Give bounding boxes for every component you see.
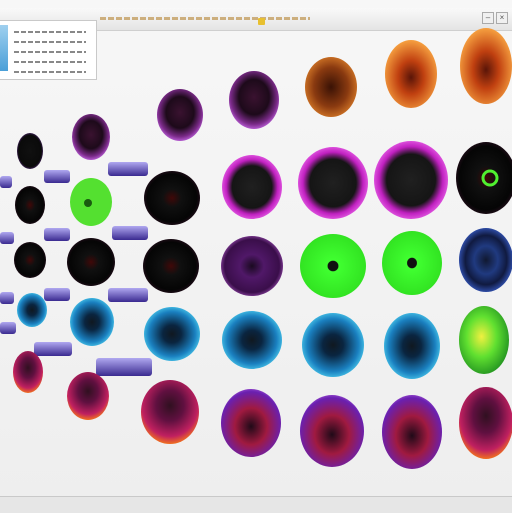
tab-fragment bbox=[34, 342, 72, 356]
tab-fragment bbox=[0, 322, 16, 334]
thumbnail-eye-icon[interactable] bbox=[13, 351, 43, 393]
tab-fragment bbox=[108, 288, 148, 302]
tab-fragment bbox=[44, 170, 70, 183]
thumbnail-eye-icon[interactable] bbox=[382, 395, 442, 469]
app-window: – × bbox=[0, 0, 512, 513]
thumbnail-eye-icon[interactable] bbox=[459, 387, 512, 459]
tab-fragment bbox=[0, 232, 14, 244]
thumbnail-eye-icon[interactable] bbox=[221, 389, 281, 457]
thumbnail-eye-icon[interactable] bbox=[70, 298, 114, 346]
thumbnail-eye-icon[interactable] bbox=[385, 40, 437, 108]
thumbnail-eye-icon[interactable] bbox=[144, 307, 200, 361]
thumbnail-eye-icon[interactable] bbox=[459, 306, 509, 374]
thumbnail-eye-icon[interactable] bbox=[15, 186, 45, 224]
thumbnail-eye-icon[interactable] bbox=[382, 231, 442, 295]
thumbnail-eye-icon[interactable] bbox=[141, 380, 199, 444]
tab-fragment bbox=[96, 358, 152, 376]
tab-fragment bbox=[0, 176, 12, 188]
tab-fragment bbox=[44, 228, 70, 241]
thumbnail-eye-icon[interactable] bbox=[222, 311, 282, 369]
thumbnail-eye-icon[interactable] bbox=[374, 141, 448, 219]
tab-fragment bbox=[0, 292, 14, 304]
thumbnail-eye-icon[interactable] bbox=[305, 57, 357, 117]
thumbnail-eye-icon[interactable] bbox=[384, 313, 440, 379]
tab-fragment bbox=[44, 288, 70, 301]
thumbnail-eye-icon[interactable] bbox=[14, 242, 46, 278]
tab-fragment bbox=[112, 226, 148, 240]
thumbnail-dot bbox=[84, 199, 92, 207]
thumbnail-eye-icon[interactable] bbox=[302, 313, 364, 377]
thumbnail-eye-icon[interactable] bbox=[157, 89, 203, 141]
tab-fragment bbox=[108, 162, 148, 176]
thumbnail-eye-icon[interactable] bbox=[17, 293, 47, 327]
thumbnail-eye-icon[interactable] bbox=[229, 71, 279, 129]
thumbnail-eye-icon[interactable] bbox=[67, 372, 109, 420]
thumbnail-eye-icon[interactable] bbox=[300, 395, 364, 467]
thumbnail-eye-icon[interactable] bbox=[67, 238, 115, 286]
thumbnail-eye-icon[interactable] bbox=[144, 171, 200, 225]
thumbnail-eye-icon[interactable] bbox=[72, 114, 110, 160]
thumbnail-eye-icon[interactable] bbox=[222, 155, 282, 219]
status-bar bbox=[0, 496, 512, 513]
thumbnail-eye-icon[interactable] bbox=[221, 236, 283, 296]
thumbnail-eye-icon[interactable] bbox=[298, 147, 368, 219]
thumbnail-eye-icon[interactable] bbox=[143, 239, 199, 293]
thumbnail-eye-icon[interactable] bbox=[460, 28, 512, 104]
thumbnail-eye-icon[interactable] bbox=[300, 234, 366, 298]
thumbnail-eye-icon[interactable] bbox=[17, 133, 43, 169]
thumbnail-eye-icon[interactable] bbox=[459, 228, 512, 292]
thumbnail-canvas bbox=[0, 28, 512, 469]
